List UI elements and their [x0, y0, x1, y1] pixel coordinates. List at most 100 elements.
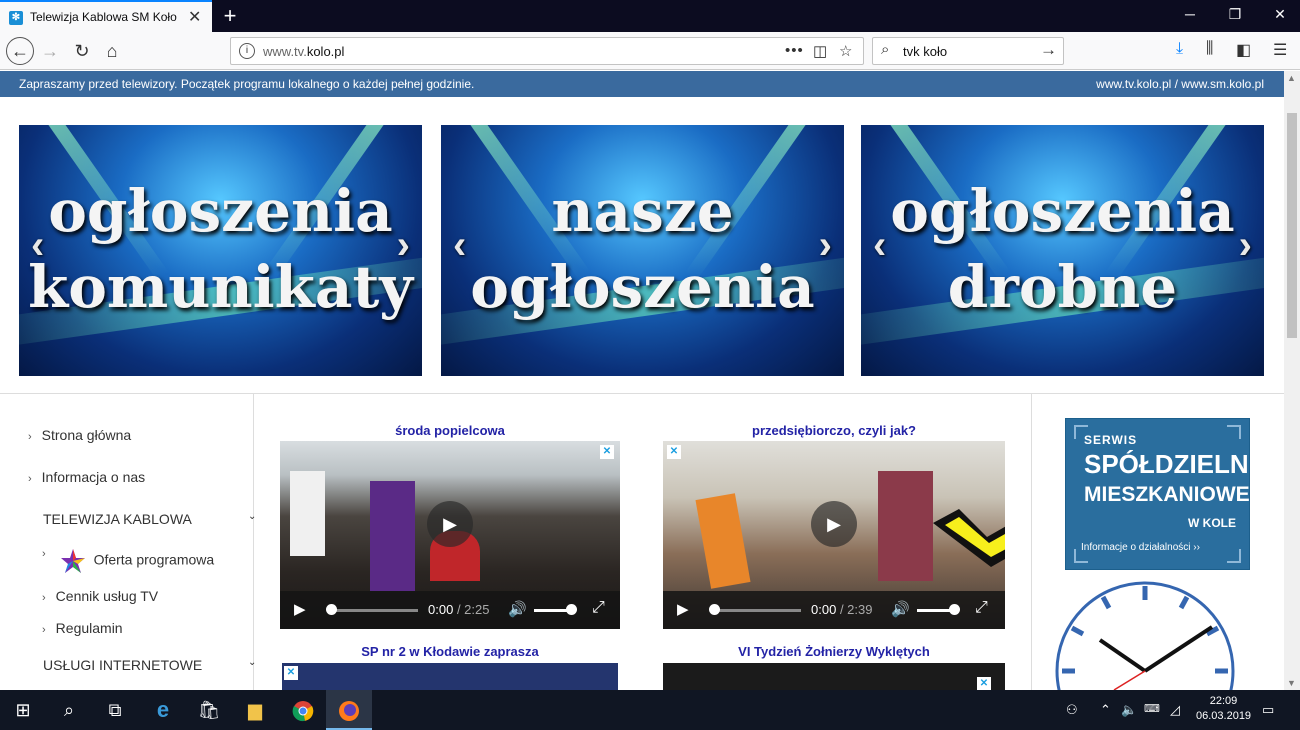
bookmark-star-icon[interactable]: ☆ — [839, 42, 852, 60]
play-icon[interactable]: ▶ — [677, 600, 689, 618]
banner-our-announcements[interactable]: nasze ogłoszenia ‹ › — [441, 125, 844, 376]
serwis-line-3: MIESZKANIOWEJ — [1084, 483, 1262, 506]
sidebar-section-tv[interactable]: TELEWIZJA KABLOWA ⌄ — [43, 511, 263, 527]
forward-button[interactable]: → — [38, 39, 62, 63]
notifications-icon[interactable]: ▭ — [1262, 702, 1274, 718]
housing-cooperative-banner[interactable]: SERWIS SPÓŁDZIELNI MIESZKANIOWEJ W KOLE … — [1065, 418, 1261, 570]
video-controls: ▶ 0:00 / 2:39 🔊 ⤢ — [663, 591, 1005, 629]
video-player[interactable]: ✕ ▶ ▶ 0:00 / 2:25 🔊 ⤢ — [280, 441, 620, 629]
library-icon[interactable]: ⫼ — [1206, 40, 1213, 58]
task-view-icon[interactable]: ⧉ — [92, 690, 138, 730]
volume-icon[interactable]: 🔊 — [508, 600, 527, 618]
banner-line-2: komunikaty — [28, 253, 413, 321]
network-icon[interactable]: ◿ — [1170, 702, 1180, 718]
banner-line-1: ogłoszenia — [890, 177, 1235, 245]
chevron-right-icon: › — [28, 473, 32, 485]
firefox-icon[interactable] — [326, 690, 372, 730]
pocket-icon[interactable]: ◫ — [813, 42, 827, 60]
fullscreen-icon[interactable]: ⤢ — [592, 599, 605, 617]
search-icon[interactable]: ⌕ — [46, 690, 92, 730]
site-links[interactable]: www.tv.kolo.pl / www.sm.kolo.pl — [1096, 77, 1264, 91]
address-bar[interactable]: i www.tv.kolo.pl ••• ◫ ☆ — [230, 37, 864, 65]
new-tab-button[interactable]: + — [220, 3, 240, 29]
play-overlay-icon[interactable]: ▶ — [811, 500, 857, 547]
ad-choice-icon[interactable]: ✕ — [667, 445, 681, 459]
sidebar-section-internet[interactable]: USŁUGI INTERNETOWE ⌄ — [43, 657, 263, 673]
people-icon[interactable]: ⚇ — [1066, 702, 1078, 718]
analog-clock — [1055, 581, 1235, 690]
taskbar-clock[interactable]: 22:09 06.03.2019 — [1196, 694, 1251, 724]
search-input[interactable]: tvk koło — [903, 44, 947, 59]
reload-button[interactable]: ↻ — [70, 39, 94, 63]
ad-choice-icon[interactable]: ✕ — [284, 666, 298, 680]
keyboard-icon[interactable]: ⌨ — [1144, 702, 1160, 715]
site-info-icon[interactable]: i — [239, 43, 255, 59]
serwis-link[interactable]: Informacje o działalności ›› — [1081, 542, 1200, 553]
start-windows-icon[interactable]: ⊞ — [0, 690, 46, 730]
banner-line-1: nasze — [551, 177, 734, 245]
show-hidden-icons-icon[interactable]: ⌃ — [1100, 702, 1111, 718]
banner-announcements[interactable]: ogłoszenia komunikaty ‹ › — [19, 125, 422, 376]
scrollbar-thumb[interactable] — [1287, 113, 1297, 338]
url-text[interactable]: www.tv.kolo.pl — [263, 44, 344, 59]
page-scrollbar[interactable]: ▲ ▼ — [1284, 71, 1300, 690]
banner-line-2: ogłoszenia — [470, 253, 815, 321]
mute-volume-icon[interactable]: 🔈 — [1121, 702, 1137, 718]
seek-knob[interactable] — [709, 604, 720, 615]
video-player[interactable]: ✕ — [663, 663, 1005, 690]
video-title[interactable]: VI Tydzień Żołnierzy Wyklętych — [663, 644, 1005, 659]
chevron-right-icon: › — [396, 223, 410, 267]
browser-tab[interactable]: ✻ Telewizja Kablowa SM Koło ✕ — [0, 0, 212, 32]
search-go-icon[interactable]: → — [1040, 40, 1057, 60]
sidebar-item-regulations[interactable]: › Regulamin — [42, 620, 123, 636]
video-controls: ▶ 0:00 / 2:25 🔊 ⤢ — [280, 591, 620, 629]
play-overlay-icon[interactable]: ▶ — [427, 500, 473, 547]
chevron-right-icon: › — [42, 624, 46, 636]
search-bar[interactable]: ⌕ tvk koło → — [872, 37, 1064, 65]
close-tab-icon[interactable]: ✕ — [188, 7, 201, 27]
video-title[interactable]: środa popielcowa — [280, 423, 620, 438]
chevron-right-icon: › — [28, 431, 32, 443]
play-icon[interactable]: ▶ — [294, 600, 306, 618]
sidebar-item-pricing[interactable]: › Cennik usług TV — [42, 588, 158, 604]
navigation-toolbar: ← → ↻ ⌂ i www.tv.kolo.pl ••• ◫ ☆ ⌕ tvk k… — [0, 32, 1300, 70]
fullscreen-icon[interactable]: ⤢ — [975, 599, 988, 617]
seek-bar[interactable] — [328, 609, 418, 612]
scroll-up-icon[interactable]: ▲ — [1287, 73, 1296, 83]
close-window-button[interactable]: ✕ — [1270, 6, 1290, 23]
restore-button[interactable]: ❐ — [1225, 6, 1245, 23]
sidebar-item-home[interactable]: › Strona główna — [28, 427, 131, 443]
volume-knob[interactable] — [949, 604, 960, 615]
chrome-icon[interactable] — [280, 690, 326, 730]
sidebar-icon[interactable]: ◧ — [1236, 40, 1251, 60]
scroll-down-icon[interactable]: ▼ — [1287, 678, 1296, 688]
video-title[interactable]: SP nr 2 w Kłodawie zaprasza — [280, 644, 620, 659]
sidebar-item-about[interactable]: › Informacja o nas — [28, 469, 145, 485]
volume-icon[interactable]: 🔊 — [891, 600, 910, 618]
page-actions-icon[interactable]: ••• — [785, 42, 804, 59]
video-player[interactable]: ✕ — [282, 663, 618, 690]
seek-bar[interactable] — [711, 609, 801, 612]
video-time: 0:00 / 2:25 — [428, 602, 490, 617]
home-button[interactable]: ⌂ — [100, 39, 124, 63]
chevron-left-icon: ‹ — [31, 223, 45, 267]
menu-icon[interactable]: ☰ — [1273, 40, 1287, 60]
video-time: 0:00 / 2:39 — [811, 602, 873, 617]
ad-choice-icon[interactable]: ✕ — [600, 445, 614, 459]
file-explorer-icon[interactable]: ▆ — [232, 690, 278, 730]
video-player[interactable]: ✕ ▶ ▶ 0:00 / 2:39 🔊 ⤢ — [663, 441, 1005, 629]
edge-icon[interactable]: e — [140, 690, 186, 730]
seek-knob[interactable] — [326, 604, 337, 615]
video-title[interactable]: przedsiębiorczo, czyli jak? — [663, 423, 1005, 438]
ad-choice-icon[interactable]: ✕ — [977, 677, 991, 690]
downloads-icon[interactable]: ⤓ — [1176, 40, 1183, 58]
banner-classifieds[interactable]: ogłoszenia drobne ‹ › — [861, 125, 1264, 376]
chevron-down-icon: ⌄ — [248, 657, 257, 668]
volume-knob[interactable] — [566, 604, 577, 615]
sidebar-item-program-offer[interactable]: › Oferta programowa — [42, 548, 214, 574]
site-favicon-icon: ✻ — [9, 11, 23, 25]
back-button[interactable]: ← — [6, 37, 34, 65]
store-icon[interactable]: 🛍 — [186, 690, 232, 730]
chevron-right-icon: › — [1238, 223, 1252, 267]
minimize-button[interactable]: ─ — [1180, 6, 1200, 22]
